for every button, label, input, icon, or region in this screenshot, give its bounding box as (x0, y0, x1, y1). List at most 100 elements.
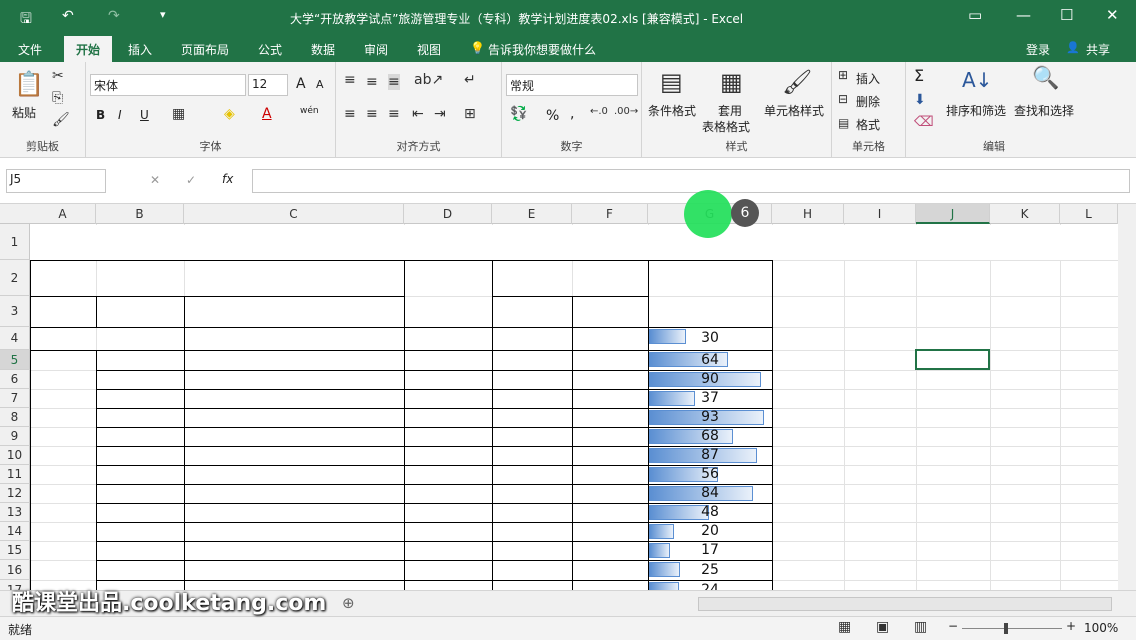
row-header-13[interactable]: 13 (0, 503, 30, 522)
column-header-K[interactable]: K (990, 204, 1060, 224)
row-header-11[interactable]: 11 (0, 465, 30, 484)
format-cells-button[interactable]: 格式 (856, 116, 880, 133)
sort-filter-button[interactable]: 排序和筛选 (946, 102, 1006, 119)
column-header-E[interactable]: E (492, 204, 572, 224)
row-header-6[interactable]: 6 (0, 370, 30, 389)
row-header-4[interactable]: 4 (0, 327, 30, 350)
ribbon-display-icon[interactable]: ▭ (968, 6, 982, 24)
zoom-slider-thumb[interactable] (1004, 623, 1008, 634)
row-header-10[interactable]: 10 (0, 446, 30, 465)
orientation-icon[interactable]: ab↗ (414, 72, 443, 88)
column-header-F[interactable]: F (572, 204, 648, 224)
zoom-out-icon[interactable]: − (948, 619, 958, 633)
horizontal-scrollbar[interactable] (698, 597, 1112, 611)
column-header-A[interactable]: A (30, 204, 96, 224)
save-icon[interactable]: 🖫 (20, 8, 32, 32)
insert-cells-button[interactable]: 插入 (856, 70, 880, 87)
cell-styles-icon[interactable]: 🖌 (782, 68, 812, 96)
row-header-1[interactable]: 1 (0, 224, 30, 260)
row-header-9[interactable]: 9 (0, 427, 30, 446)
row-header-15[interactable]: 15 (0, 541, 30, 560)
zoom-slider[interactable] (962, 628, 1062, 629)
customize-quick-access-icon[interactable]: ▾ (160, 8, 166, 21)
align-top-icon[interactable]: ≡ (344, 72, 356, 88)
percent-button[interactable]: % (546, 108, 559, 124)
column-header-I[interactable]: I (844, 204, 916, 224)
tab-view[interactable]: 视图 (417, 41, 441, 58)
decrease-indent-icon[interactable]: ⇤ (412, 106, 424, 122)
tab-home[interactable]: 开始 (64, 36, 113, 62)
row-header-12[interactable]: 12 (0, 484, 30, 503)
font-size-select[interactable]: 12 (248, 74, 288, 96)
name-box[interactable]: J5 (6, 169, 106, 193)
align-right-icon[interactable]: ≡ (388, 106, 400, 122)
conditional-format-button[interactable]: 条件格式 (648, 102, 696, 119)
minimize-icon[interactable]: — (1016, 6, 1031, 24)
tab-formulas[interactable]: 公式 (258, 41, 282, 58)
normal-view-icon[interactable]: ▦ (838, 619, 851, 635)
row-header-8[interactable]: 8 (0, 408, 30, 427)
row-header-3[interactable]: 3 (0, 296, 30, 327)
row-header-7[interactable]: 7 (0, 389, 30, 408)
font-color-button[interactable]: A (262, 106, 272, 122)
add-sheet-icon[interactable]: ⊕ (342, 594, 355, 612)
grow-font-button[interactable]: A (296, 76, 306, 92)
column-header-B[interactable]: B (96, 204, 184, 224)
autosum-button[interactable]: Σ (914, 66, 924, 85)
align-center-icon[interactable]: ≡ (366, 106, 378, 122)
merge-center-icon[interactable]: ⊞ (464, 106, 476, 122)
column-header-L[interactable]: L (1060, 204, 1118, 224)
zoom-in-icon[interactable]: + (1066, 619, 1076, 633)
sort-filter-icon[interactable]: A↓ (962, 68, 992, 92)
align-bottom-icon[interactable]: ≡ (388, 74, 400, 90)
format-painter-icon[interactable]: 🖌 (52, 112, 70, 128)
clear-icon[interactable]: ⌫ (914, 114, 934, 130)
fill-color-icon[interactable]: ◈ (224, 106, 235, 122)
format-as-table-line2[interactable]: 表格格式 (702, 118, 750, 135)
tab-data[interactable]: 数据 (311, 41, 335, 58)
increase-decimal-icon[interactable]: ←.0 (590, 106, 608, 117)
insert-cells-icon[interactable]: ⊞ (838, 68, 848, 82)
share-button[interactable]: 共享 (1086, 41, 1110, 58)
undo-icon[interactable]: ↶ (62, 8, 74, 24)
border-icon[interactable]: ▦ (172, 106, 185, 122)
currency-icon[interactable]: 💱 (510, 106, 527, 122)
sign-in-link[interactable]: 登录 (1026, 41, 1050, 58)
cancel-icon[interactable]: ✕ (150, 173, 160, 187)
fill-icon[interactable]: ⬇ (914, 92, 926, 108)
underline-button[interactable]: U (140, 108, 149, 122)
delete-cells-icon[interactable]: ⊟ (838, 92, 848, 106)
increase-indent-icon[interactable]: ⇥ (434, 106, 446, 122)
wrap-text-icon[interactable]: ↵ (464, 72, 476, 88)
vertical-scrollbar[interactable] (1118, 204, 1136, 590)
conditional-format-icon[interactable]: ▤ (660, 68, 683, 96)
number-format-select[interactable]: 常规 (506, 74, 638, 96)
phonetic-button[interactable]: wén (300, 106, 319, 116)
row-header-16[interactable]: 16 (0, 560, 30, 580)
formula-input[interactable] (252, 169, 1130, 193)
find-select-icon[interactable]: 🔍 (1032, 66, 1059, 91)
shrink-font-button[interactable]: A (316, 78, 324, 91)
tell-me-box[interactable]: 告诉我你想要做什么 (488, 41, 596, 58)
redo-icon[interactable]: ↷ (108, 8, 120, 24)
align-middle-icon[interactable]: ≡ (366, 74, 378, 90)
font-name-select[interactable]: 宋体 (90, 74, 246, 96)
row-header-5[interactable]: 5 (0, 350, 30, 370)
tab-insert[interactable]: 插入 (128, 41, 152, 58)
row-header-2[interactable]: 2 (0, 260, 30, 296)
tab-file[interactable]: 文件 (18, 41, 42, 58)
page-break-view-icon[interactable]: ▥ (914, 619, 927, 635)
column-header-D[interactable]: D (404, 204, 492, 224)
copy-icon[interactable]: ⎘ (52, 90, 63, 106)
format-as-table-icon[interactable]: ▦ (720, 68, 743, 96)
maximize-icon[interactable]: ☐ (1060, 6, 1073, 24)
zoom-level[interactable]: 100% (1084, 621, 1118, 635)
delete-cells-button[interactable]: 删除 (856, 93, 880, 110)
worksheet-grid[interactable]: ABCDEFGHIJKL 1234567891011121314151617 3… (0, 204, 1118, 590)
column-header-J[interactable]: J (916, 204, 990, 224)
cell-styles-button[interactable]: 单元格样式 (764, 102, 824, 119)
tab-review[interactable]: 审阅 (364, 41, 388, 58)
bold-button[interactable]: B (96, 108, 105, 122)
column-header-H[interactable]: H (772, 204, 844, 224)
insert-function-icon[interactable]: fx (222, 172, 233, 186)
